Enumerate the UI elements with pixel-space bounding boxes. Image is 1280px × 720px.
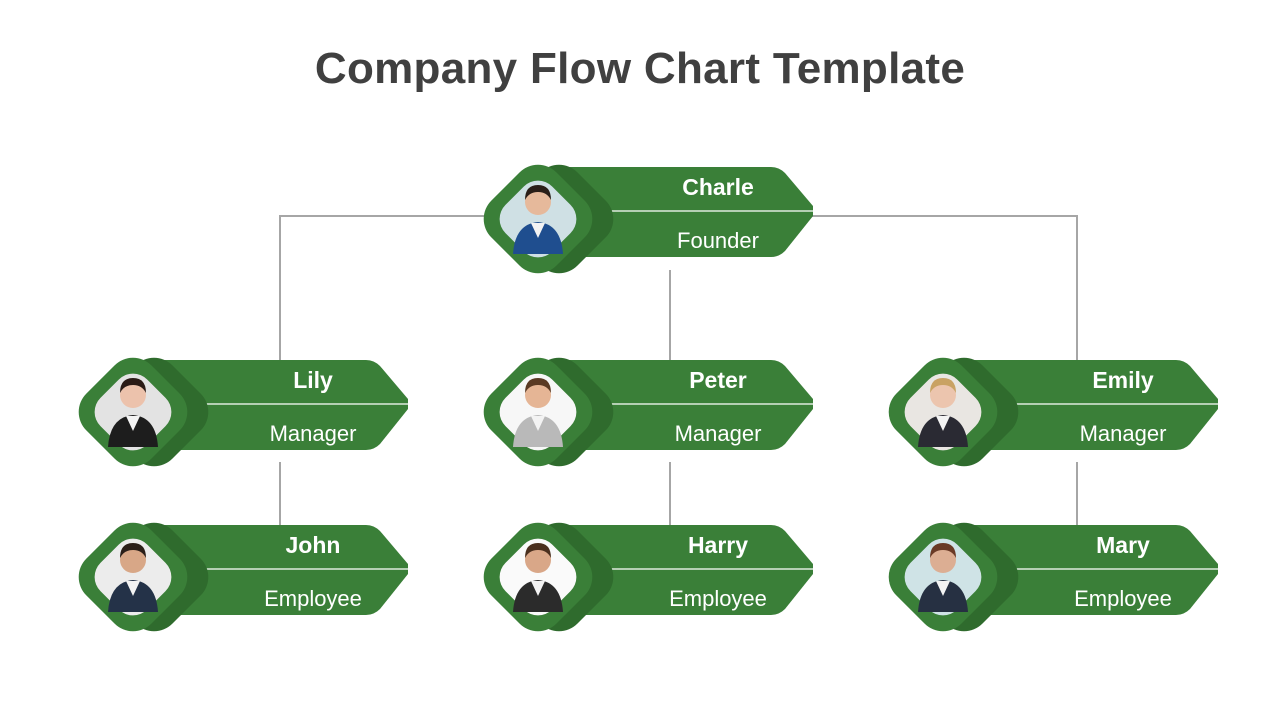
org-node-charle[interactable]: Charle Founder <box>473 154 813 284</box>
node-name: Lily <box>293 367 333 393</box>
org-node-lily[interactable]: Lily Manager <box>68 347 408 477</box>
node-role: Founder <box>677 228 759 253</box>
node-role: Employee <box>264 586 362 611</box>
node-name: Emily <box>1092 367 1154 393</box>
node-name: John <box>285 532 341 558</box>
org-node-john[interactable]: John Employee <box>68 512 408 642</box>
org-node-peter[interactable]: Peter Manager <box>473 347 813 477</box>
node-name: Charle <box>682 174 754 200</box>
org-node-emily[interactable]: Emily Manager <box>878 347 1218 477</box>
node-role: Manager <box>1079 421 1167 446</box>
node-role: Manager <box>269 421 357 446</box>
node-name: Mary <box>1096 532 1150 558</box>
org-node-mary[interactable]: Mary Employee <box>878 512 1218 642</box>
node-role: Employee <box>669 586 767 611</box>
node-role: Manager <box>674 421 762 446</box>
node-role: Employee <box>1074 586 1172 611</box>
node-name: Harry <box>687 532 749 558</box>
org-node-harry[interactable]: Harry Employee <box>473 512 813 642</box>
node-name: Peter <box>689 367 747 393</box>
